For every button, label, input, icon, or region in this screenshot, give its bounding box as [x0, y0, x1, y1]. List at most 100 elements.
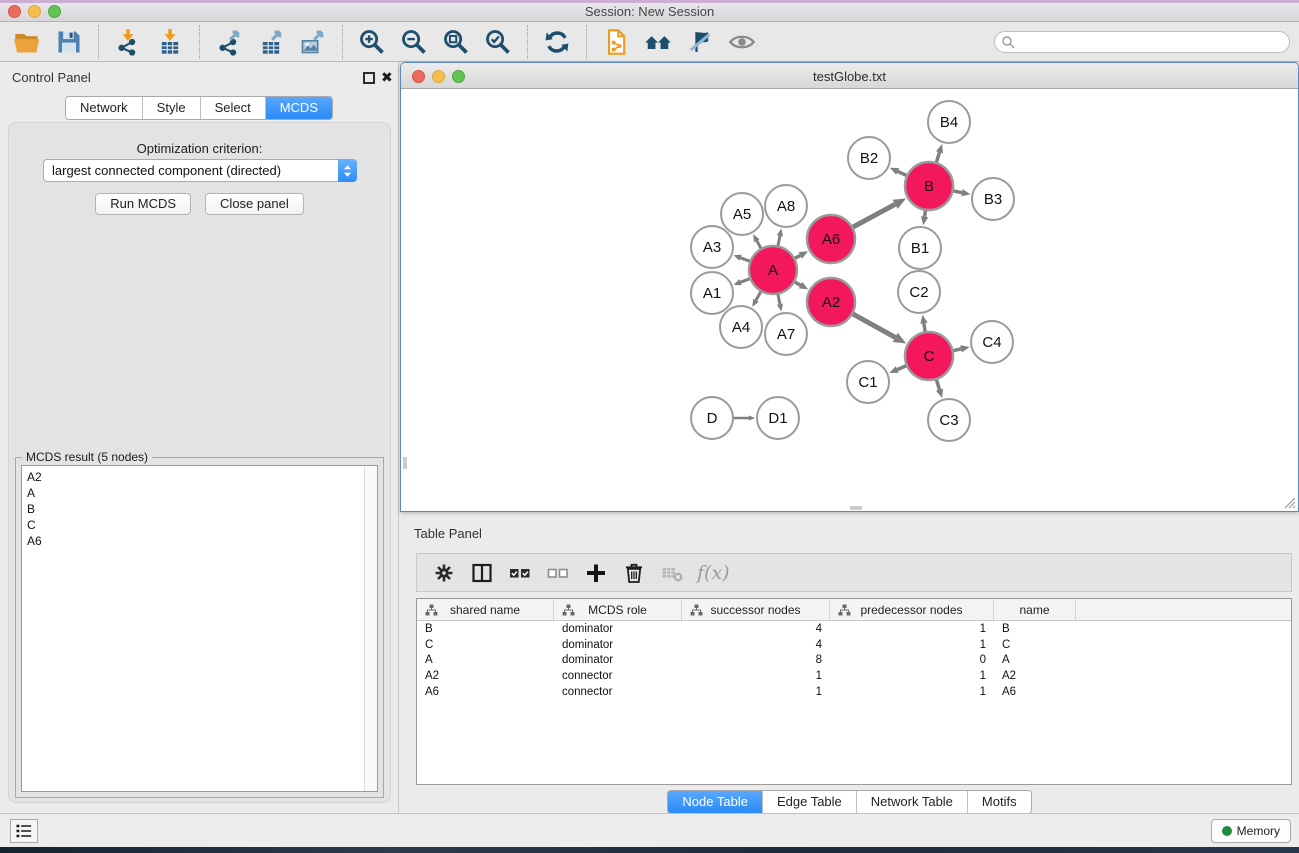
node-D[interactable]: D	[691, 397, 733, 439]
import-table-button[interactable]	[153, 25, 187, 59]
uncheck-boxes-button[interactable]	[542, 557, 574, 589]
search-input[interactable]	[994, 31, 1290, 53]
tab-edge-table[interactable]: Edge Table	[763, 791, 857, 813]
eye-button[interactable]	[725, 25, 759, 59]
zoom-in-button[interactable]	[355, 25, 389, 59]
save-icon	[55, 28, 83, 56]
table-tabs: Node TableEdge TableNetwork TableMotifs	[400, 790, 1299, 814]
tab-network[interactable]: Network	[66, 97, 143, 119]
close-panel-button[interactable]: Close panel	[205, 193, 304, 215]
column-header-predecessor-nodes[interactable]: predecessor nodes	[830, 599, 994, 620]
new-network-file-button[interactable]	[599, 25, 633, 59]
edge-A2-C[interactable]	[850, 313, 906, 344]
node-C[interactable]: C	[905, 332, 953, 380]
node-A2[interactable]: A2	[807, 278, 855, 326]
tab-mcds[interactable]: MCDS	[266, 97, 332, 119]
table-row[interactable]: Bdominator41B	[417, 621, 1291, 637]
zoom-out-button[interactable]	[397, 25, 431, 59]
delete-table-button[interactable]	[656, 557, 688, 589]
node-D1[interactable]: D1	[757, 397, 799, 439]
memory-button[interactable]: Memory	[1211, 819, 1291, 843]
network-graph[interactable]: B4 B2 B B3 A5A8A6 A3 B1 A C2 A1 A2 A4 A7 C4 C C1 D D1 C3	[402, 89, 1298, 511]
table-row[interactable]: Cdominator41C	[417, 637, 1291, 653]
edge-C-C3[interactable]	[936, 377, 943, 398]
export-image-button[interactable]	[296, 25, 330, 59]
table-row[interactable]: A6connector11A6	[417, 684, 1291, 700]
refresh-button[interactable]	[540, 25, 574, 59]
column-header-name[interactable]: name	[994, 599, 1076, 620]
import-network-button[interactable]	[111, 25, 145, 59]
edge-A6-B[interactable]	[850, 198, 906, 228]
node-C4[interactable]: C4	[971, 321, 1013, 363]
table-panel-title: Table Panel	[414, 526, 482, 541]
trash-button[interactable]	[618, 557, 650, 589]
mcds-result-list[interactable]: A2ABCA6	[21, 465, 378, 792]
graphics-details-icon	[686, 28, 714, 56]
cell-predecessor-nodes: 0	[830, 654, 994, 666]
node-table[interactable]: shared nameMCDS rolesuccessor nodesprede…	[416, 598, 1292, 785]
export-table-button[interactable]	[254, 25, 288, 59]
home-button[interactable]	[641, 25, 675, 59]
node-A5[interactable]: A5	[721, 193, 763, 235]
node-A4[interactable]: A4	[720, 306, 762, 348]
node-A8[interactable]: A8	[765, 185, 807, 227]
mcds-result-item[interactable]: B	[27, 501, 377, 517]
node-B1[interactable]: B1	[899, 227, 941, 269]
gear-button[interactable]	[428, 557, 460, 589]
node-C3[interactable]: C3	[928, 399, 970, 441]
tab-style[interactable]: Style	[143, 97, 201, 119]
home-icon	[644, 28, 672, 56]
tab-motifs[interactable]: Motifs	[968, 791, 1031, 813]
edge-D-D1[interactable]	[731, 415, 755, 420]
result-list-scrollbar[interactable]	[364, 466, 377, 791]
node-B2[interactable]: B2	[848, 137, 890, 179]
resize-grip-icon[interactable]	[1283, 496, 1296, 509]
edge-B-B4[interactable]	[936, 144, 943, 165]
svg-text:A7: A7	[777, 326, 795, 343]
svg-text:A1: A1	[703, 285, 721, 302]
cell-predecessor-nodes: 1	[830, 670, 994, 682]
run-mcds-button[interactable]: Run MCDS	[95, 193, 191, 215]
cell-predecessor-nodes: 1	[830, 686, 994, 698]
node-C2[interactable]: C2	[898, 271, 940, 313]
node-A3[interactable]: A3	[691, 226, 733, 268]
criterion-dropdown[interactable]: largest connected component (directed)	[43, 159, 357, 182]
node-A7[interactable]: A7	[765, 313, 807, 355]
mcds-result-item[interactable]: A6	[27, 533, 377, 549]
node-A6[interactable]: A6	[807, 215, 855, 263]
node-A1[interactable]: A1	[691, 272, 733, 314]
table-row[interactable]: A2connector11A2	[417, 668, 1291, 684]
network-window-titlebar[interactable]: testGlobe.txt	[401, 63, 1298, 89]
column-header-successor-nodes[interactable]: successor nodes	[682, 599, 830, 620]
node-B4[interactable]: B4	[928, 101, 970, 143]
node-C1[interactable]: C1	[847, 361, 889, 403]
columns-button[interactable]	[466, 557, 498, 589]
mcds-result-item[interactable]: A2	[27, 469, 377, 485]
open-folder-button[interactable]	[10, 25, 44, 59]
tab-network-table[interactable]: Network Table	[857, 791, 968, 813]
task-history-button[interactable]	[10, 819, 38, 843]
node-B[interactable]: B	[905, 162, 953, 210]
mcds-result-item[interactable]: C	[27, 517, 377, 533]
close-panel-icon[interactable]: ✖	[381, 69, 393, 86]
float-panel-icon[interactable]	[363, 72, 375, 84]
node-B3[interactable]: B3	[972, 178, 1014, 220]
node-A[interactable]: A	[749, 246, 797, 294]
export-network-button[interactable]	[212, 25, 246, 59]
save-button[interactable]	[52, 25, 86, 59]
table-row[interactable]: Adominator80A	[417, 652, 1291, 668]
mcds-result-item[interactable]: A	[27, 485, 377, 501]
svg-text:C: C	[924, 348, 935, 365]
graphics-details-button[interactable]	[683, 25, 717, 59]
check-boxes-button[interactable]	[504, 557, 536, 589]
column-header-MCDS-role[interactable]: MCDS role	[554, 599, 682, 620]
zoom-selected-button[interactable]	[481, 25, 515, 59]
tab-node-table[interactable]: Node Table	[668, 791, 763, 813]
plus-button[interactable]	[580, 557, 612, 589]
column-header-shared-name[interactable]: shared name	[417, 599, 554, 620]
search-field[interactable]	[1016, 33, 1289, 51]
tab-select[interactable]: Select	[201, 97, 266, 119]
network-canvas[interactable]: B4 B2 B B3 A5A8A6 A3 B1 A C2 A1 A2 A4 A7 C4 C C1 D D1 C3	[402, 89, 1298, 511]
function-builder-button[interactable]: f(x)	[697, 562, 730, 584]
zoom-fit-button[interactable]	[439, 25, 473, 59]
